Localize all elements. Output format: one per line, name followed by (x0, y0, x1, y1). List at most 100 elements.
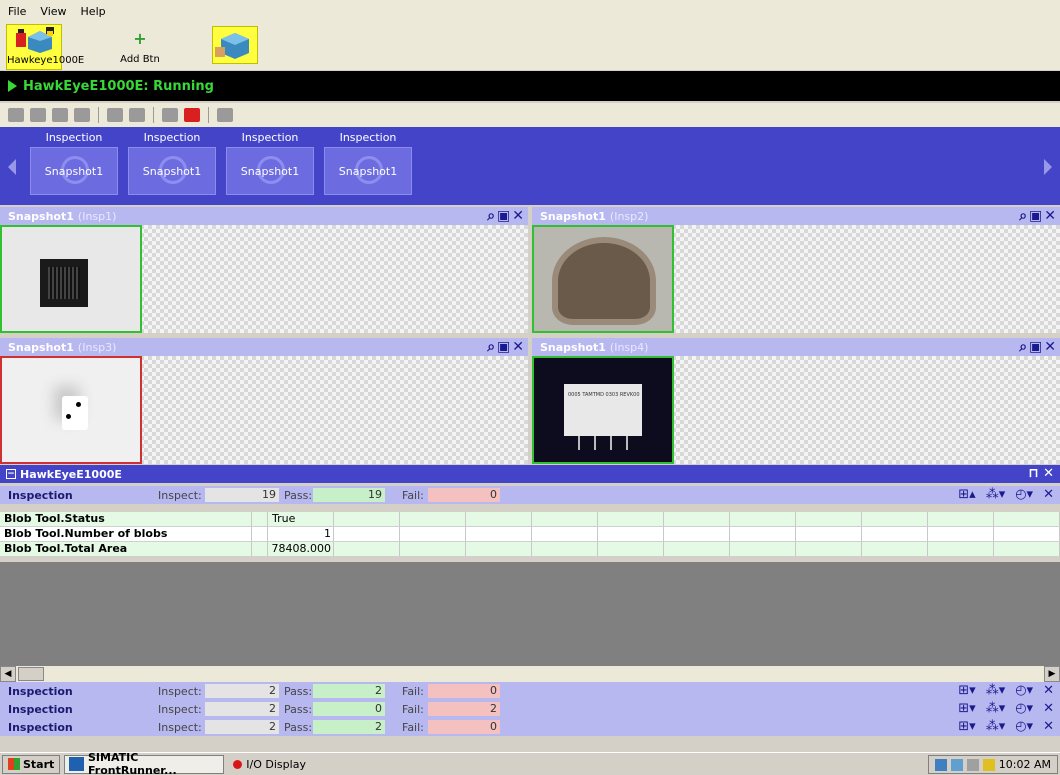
save-image-icon[interactable]: ▣ (1029, 208, 1042, 224)
scroll-right-button[interactable]: ▶ (1044, 666, 1060, 682)
zoom-icon[interactable]: ⌕ (1019, 339, 1027, 355)
fail-count: 0 (428, 720, 500, 734)
table-view-icon[interactable]: ⊞▴ (958, 487, 975, 502)
properties-icon[interactable] (217, 108, 233, 122)
monitor-icon[interactable] (950, 758, 963, 771)
pass-label: Pass: (284, 684, 313, 698)
timer-icon[interactable]: ◴▾ (1015, 719, 1033, 734)
inspection-name: Inspection (8, 488, 73, 502)
horizontal-scrollbar[interactable]: ◀ ▶ (0, 666, 1060, 682)
pass-count: 19 (313, 488, 385, 502)
pin (626, 436, 628, 450)
inspection-card[interactable]: Inspection Snapshot1 (128, 131, 216, 197)
settings-icon[interactable]: ✕ (1043, 719, 1054, 734)
pass-count: 2 (313, 720, 385, 734)
save-image-icon[interactable]: ▣ (1029, 339, 1042, 355)
table-view-icon[interactable]: ⊞▾ (958, 683, 975, 698)
tools-icon[interactable]: ✕ (1044, 339, 1056, 355)
inspection-image[interactable]: 0005 TAMTMD 0303 REVK00 (532, 356, 674, 464)
tools-icon[interactable]: ✕ (1044, 208, 1056, 224)
inspection-card[interactable]: Inspection Snapshot1 (324, 131, 412, 197)
save-icon[interactable] (52, 108, 68, 122)
pane-image-area: 0005 TAMTMD 0303 REVK00 (532, 356, 1060, 464)
collapse-icon[interactable]: − (6, 469, 16, 479)
taskbar-item-label: I/O Display (246, 757, 306, 771)
clock[interactable]: 10:02 AM (999, 758, 1051, 771)
scroll-left-icon[interactable] (8, 159, 16, 175)
filter-icon[interactable]: ⁂▾ (986, 487, 1006, 502)
connect-icon[interactable] (74, 108, 90, 122)
inspection-card-title: Inspection (45, 131, 103, 144)
menu-bar: File View Help (0, 0, 1060, 22)
timer-icon[interactable]: ◴▾ (1015, 487, 1033, 502)
settings-icon[interactable]: ✕ (1043, 487, 1054, 502)
upload-icon[interactable] (107, 108, 123, 122)
save-image-icon[interactable]: ▣ (497, 339, 510, 355)
timer-icon[interactable]: ◴▾ (1015, 701, 1033, 716)
inspection-image[interactable] (532, 225, 674, 333)
network-icon[interactable] (934, 758, 947, 771)
group-tools-icon[interactable]: ⊓ ✕ (1028, 466, 1054, 481)
table-cell-spacer (252, 542, 268, 556)
table-row[interactable]: Blob Tool.Total Area 78408.000 (0, 542, 1060, 557)
inspection-name: Inspection (8, 684, 73, 698)
pin (578, 436, 580, 450)
filter-icon[interactable]: ⁂▾ (986, 683, 1006, 698)
table-view-icon[interactable]: ⊞▾ (958, 701, 975, 716)
add-button[interactable]: + Add Btn (112, 24, 168, 70)
filter-icon[interactable]: ⁂▾ (986, 701, 1006, 716)
scroll-left-button[interactable]: ◀ (0, 666, 16, 682)
start-button[interactable]: Start (2, 754, 61, 774)
tools-icon[interactable]: ✕ (512, 208, 524, 224)
pane-image-area (0, 225, 528, 333)
inspection-card[interactable]: Inspection Snapshot1 (30, 131, 118, 197)
device-hawkeye-button[interactable]: Hawkeye1000E (6, 24, 84, 70)
system-tray: 10:02 AM (927, 755, 1058, 774)
dice-dot (66, 414, 71, 419)
device-group-header[interactable]: − HawkEyeE1000E ⊓ ✕ (0, 465, 1060, 483)
save-image-icon[interactable]: ▣ (497, 208, 510, 224)
pane-subtitle: (Insp4) (609, 340, 649, 354)
menu-view[interactable]: View (40, 5, 66, 18)
inspect-label: Inspect: (158, 702, 202, 716)
new-icon[interactable] (8, 108, 24, 122)
inspect-label: Inspect: (158, 488, 202, 502)
table-row[interactable]: Blob Tool.Number of blobs 1 (0, 527, 1060, 542)
device-thumb-button[interactable] (212, 26, 258, 64)
device-status-text: HawkEyeE1000E: Running (23, 78, 214, 94)
menu-help[interactable]: Help (81, 5, 106, 18)
filter-icon[interactable]: ⁂▾ (986, 719, 1006, 734)
zoom-icon[interactable]: ⌕ (1019, 208, 1027, 224)
snapshot-pane-insp2: Snapshot1 (Insp2) ⌕ ▣ ✕ (532, 207, 1060, 333)
scroll-right-icon[interactable] (1044, 159, 1052, 175)
pane-header: Snapshot1 (Insp4) ⌕ ▣ ✕ (532, 338, 1060, 356)
inspection-image[interactable] (0, 225, 142, 333)
stop-icon[interactable] (184, 108, 200, 122)
pass-label: Pass: (284, 702, 313, 716)
zoom-icon[interactable]: ⌕ (487, 339, 495, 355)
settings-icon[interactable]: ✕ (1043, 701, 1054, 716)
windows-flag-icon (8, 758, 20, 770)
inspection-card[interactable]: Inspection Snapshot1 (226, 131, 314, 197)
fail-count: 2 (428, 702, 500, 716)
timer-icon[interactable]: ◴▾ (1015, 683, 1033, 698)
download-icon[interactable] (129, 108, 145, 122)
taskbar-item-frontrunner[interactable]: SIMATIC FrontRunner... (64, 751, 225, 775)
taskbar-item-label: SIMATIC FrontRunner... (88, 751, 177, 775)
warning-icon[interactable] (982, 758, 995, 771)
taskbar-item-io-display[interactable]: I/O Display (228, 754, 397, 774)
label-card-object: 0005 TAMTMD 0303 REVK00 (564, 384, 642, 436)
open-icon[interactable] (30, 108, 46, 122)
tools-icon[interactable]: ✕ (512, 339, 524, 355)
inspection-image[interactable] (0, 356, 142, 464)
scroll-thumb[interactable] (18, 667, 44, 681)
settings-icon[interactable]: ✕ (1043, 683, 1054, 698)
menu-file[interactable]: File (8, 5, 26, 18)
pane-header: Snapshot1 (Insp2) ⌕ ▣ ✕ (532, 207, 1060, 225)
snapshot-pane-insp4: Snapshot1 (Insp4) ⌕ ▣ ✕ 0005 TAMTMD 0303… (532, 338, 1060, 464)
table-view-icon[interactable]: ⊞▾ (958, 719, 975, 734)
settings-tray-icon[interactable] (966, 758, 979, 771)
run-icon[interactable] (162, 108, 178, 122)
table-row[interactable]: Blob Tool.Status True (0, 512, 1060, 527)
zoom-icon[interactable]: ⌕ (487, 208, 495, 224)
